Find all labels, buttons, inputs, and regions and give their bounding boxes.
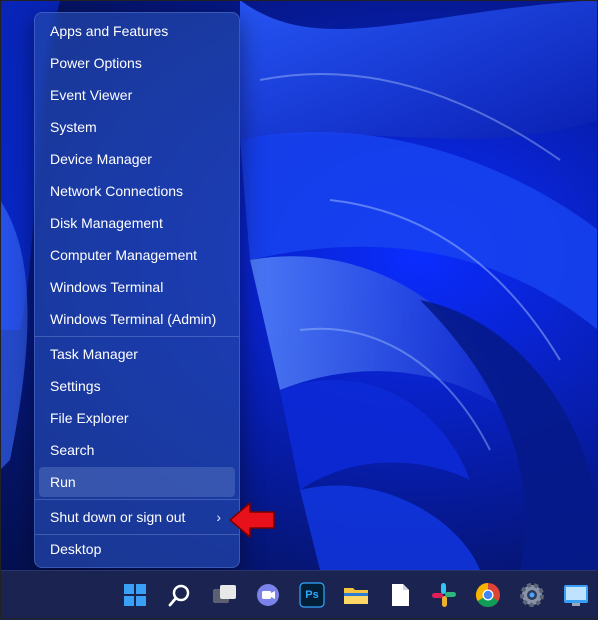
windows-start-icon[interactable]: [121, 581, 149, 609]
menu-item-label: Shut down or sign out: [50, 509, 186, 525]
file-explorer-icon[interactable]: [342, 581, 370, 609]
winx-power-user-menu: Apps and Features Power Options Event Vi…: [34, 12, 240, 568]
slack-icon[interactable]: [430, 581, 458, 609]
menu-item-computer-management[interactable]: Computer Management: [39, 240, 235, 270]
menu-item-power-options[interactable]: Power Options: [39, 48, 235, 78]
menu-separator: [35, 499, 239, 500]
menu-item-disk-management[interactable]: Disk Management: [39, 208, 235, 238]
menu-item-windows-terminal-admin[interactable]: Windows Terminal (Admin): [39, 304, 235, 334]
screen-app-icon[interactable]: [562, 581, 590, 609]
menu-item-device-manager[interactable]: Device Manager: [39, 144, 235, 174]
teams-chat-icon[interactable]: [254, 581, 282, 609]
menu-item-search[interactable]: Search: [39, 435, 235, 465]
menu-item-task-manager[interactable]: Task Manager: [39, 339, 235, 369]
menu-item-network-connections[interactable]: Network Connections: [39, 176, 235, 206]
menu-item-system[interactable]: System: [39, 112, 235, 142]
menu-item-desktop[interactable]: Desktop: [39, 534, 235, 564]
photoshop-icon[interactable]: Ps: [298, 581, 326, 609]
menu-item-settings[interactable]: Settings: [39, 371, 235, 401]
menu-item-windows-terminal[interactable]: Windows Terminal: [39, 272, 235, 302]
menu-item-file-explorer[interactable]: File Explorer: [39, 403, 235, 433]
menu-item-run[interactable]: Run: [39, 467, 235, 497]
search-icon[interactable]: [166, 581, 194, 609]
red-arrow-icon: [228, 500, 276, 540]
menu-item-event-viewer[interactable]: Event Viewer: [39, 80, 235, 110]
taskbar: Ps: [0, 570, 598, 620]
menu-separator: [35, 336, 239, 337]
chrome-icon[interactable]: [474, 581, 502, 609]
chevron-right-icon: ›: [216, 509, 221, 525]
menu-item-shut-down-or-sign-out[interactable]: Shut down or sign out ›: [39, 502, 235, 532]
settings-icon[interactable]: [518, 581, 546, 609]
document-icon[interactable]: [386, 581, 414, 609]
task-view-icon[interactable]: [210, 581, 238, 609]
menu-item-apps-and-features[interactable]: Apps and Features: [39, 16, 235, 46]
